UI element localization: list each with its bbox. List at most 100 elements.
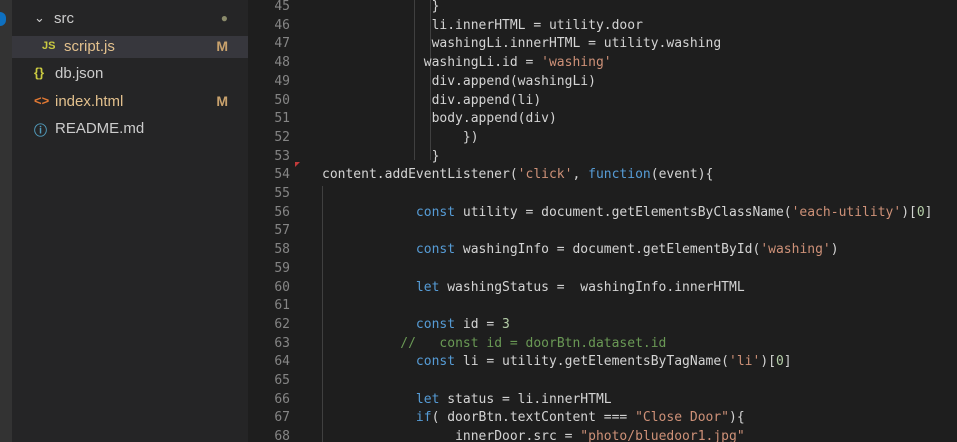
line-code: innerDoor.src = "photo/bluedoor1.jpg" [322, 428, 745, 442]
code-line[interactable]: 62 const id = 3 [248, 316, 957, 335]
code-line[interactable]: 58 const washingInfo = document.getEleme… [248, 241, 957, 260]
code-line[interactable]: 47 washingLi.innerHTML = utility.washing [248, 35, 957, 54]
code-line[interactable]: 53 } [248, 148, 957, 167]
line-number: 45 [274, 0, 290, 14]
code-line[interactable]: 46 li.innerHTML = utility.door [248, 17, 957, 36]
code-token: // const id = doorBtn.dataset.id [400, 335, 667, 351]
line-code: }) [322, 129, 479, 148]
line-code: const li = utility.getElementsByTagName(… [322, 353, 792, 372]
line-code: } [322, 148, 440, 167]
code-token: "photo/bluedoor1.jpg" [580, 429, 745, 442]
line-code: li.innerHTML = utility.door [322, 17, 643, 36]
code-line[interactable]: 59 [248, 260, 957, 279]
code-token: 'each-utility' [791, 204, 902, 220]
line-code: content.addEventListener('click', functi… [322, 166, 713, 185]
code-token: washingInfo = document.getElementById( [455, 242, 761, 258]
line-number: 47 [274, 36, 290, 52]
code-line[interactable]: 52 }) [248, 129, 957, 148]
line-number: 50 [274, 92, 290, 108]
code-line[interactable]: 65 [248, 372, 957, 391]
line-number: 56 [274, 204, 290, 220]
explorer-item-label: db.json [55, 65, 104, 83]
explorer-item-readme-md[interactable]: ⓘ README.md [12, 118, 248, 140]
code-line[interactable]: 63 // const id = doorBtn.dataset.id [248, 335, 957, 354]
code-line[interactable]: 56 const utility = document.getElementsB… [248, 204, 957, 223]
explorer-item-src[interactable]: ⌄ src ● [12, 8, 248, 30]
code-token: utility = document.getElementsByClassNam… [455, 204, 792, 220]
code-token: const [415, 354, 456, 370]
explorer-item-label: script.js [64, 37, 115, 55]
line-number: 48 [274, 55, 290, 71]
code-line[interactable]: 49 div.append(washingLi) [248, 73, 957, 92]
line-code: div.append(washingLi) [322, 73, 596, 92]
code-token: ) [830, 242, 839, 258]
line-code: washingLi.id = 'washing' [322, 54, 612, 73]
line-number: 62 [274, 316, 290, 332]
chevron-down-icon[interactable]: ⌄ [34, 10, 45, 26]
code-line[interactable]: 50 div.append(li) [248, 92, 957, 111]
line-number: 64 [274, 354, 290, 370]
line-number: 58 [274, 242, 290, 258]
line-code: body.append(div) [322, 110, 557, 129]
code-token: let [415, 391, 440, 407]
code-token: let [415, 279, 440, 295]
code-token: const [415, 204, 456, 220]
code-token: 'li' [729, 354, 761, 370]
modified-dot-badge: ● [220, 11, 228, 25]
code-token: content.addEventListener( [322, 167, 518, 183]
code-token: }) [462, 129, 479, 145]
javascript-file-icon: JS [42, 39, 56, 52]
code-token: ] [924, 204, 933, 220]
code-token: )[ [760, 354, 776, 370]
code-line[interactable]: 61 [248, 297, 957, 316]
code-line[interactable]: 57 [248, 222, 957, 241]
line-number: 66 [274, 391, 290, 407]
code-line[interactable]: 54 content.addEventListener('click', func… [248, 166, 957, 185]
code-token: div.append(washingLi) [431, 73, 596, 89]
code-token: ] [783, 354, 792, 370]
code-line[interactable]: 60 let washingStatus = washingInfo.inner… [248, 279, 957, 298]
line-code: let status = li.innerHTML [322, 391, 612, 410]
code-editor[interactable]: 45 } 46 li.innerHTML = utility.door 47 was… [248, 0, 957, 442]
code-line[interactable]: 48 washingLi.id = 'washing' [248, 54, 957, 73]
code-token: 0 [775, 354, 784, 370]
code-line[interactable]: 67 if( doorBtn.textContent === "Close Do… [248, 409, 957, 428]
code-line[interactable]: 68 innerDoor.src = "photo/bluedoor1.jpg" [248, 428, 957, 442]
line-number: 46 [274, 17, 290, 33]
line-number: 59 [274, 260, 290, 276]
line-code: const utility = document.getElementsByCl… [322, 204, 933, 223]
explorer-item-label: README.md [55, 120, 145, 138]
line-number: 67 [274, 410, 290, 426]
explorer-top-stub [12, 0, 248, 8]
line-number: 52 [274, 129, 290, 145]
code-line[interactable]: 64 const li = utility.getElementsByTagNa… [248, 353, 957, 372]
explorer-item-script-js[interactable]: JS script.js M [12, 35, 248, 58]
code-line[interactable]: 45 } [248, 0, 957, 17]
code-token: if [415, 410, 432, 426]
explorer-item-index-html[interactable]: <> index.html M [12, 91, 248, 113]
code-line[interactable]: 51 body.append(div) [248, 110, 957, 129]
code-token: status = li.innerHTML [439, 391, 612, 407]
line-number: 53 [274, 148, 290, 164]
git-modified-badge: M [216, 92, 228, 109]
code-token: 'washing' [541, 55, 612, 71]
code-token: ){ [729, 410, 745, 426]
code-token: } [431, 148, 440, 164]
json-file-icon: {} [34, 65, 45, 81]
code-line[interactable]: 66 let status = li.innerHTML [248, 391, 957, 410]
code-line[interactable]: 55 [248, 185, 957, 204]
code-token: function [588, 167, 651, 183]
line-code: } [322, 0, 440, 17]
git-modified-badge: M [216, 37, 228, 54]
code-token: body.append(div) [431, 111, 557, 127]
html-file-icon: <> [34, 92, 50, 108]
code-token: washingLi.id = [423, 55, 542, 71]
code-token: (event){ [650, 167, 714, 183]
line-code: div.append(li) [322, 92, 542, 111]
line-number: 68 [274, 429, 290, 442]
explorer-activity-icon[interactable] [0, 12, 6, 26]
line-number: 49 [274, 73, 290, 89]
line-number: 54 [274, 167, 290, 183]
explorer-item-db-json[interactable]: {} db.json [12, 63, 248, 85]
code-token: const [415, 242, 456, 258]
